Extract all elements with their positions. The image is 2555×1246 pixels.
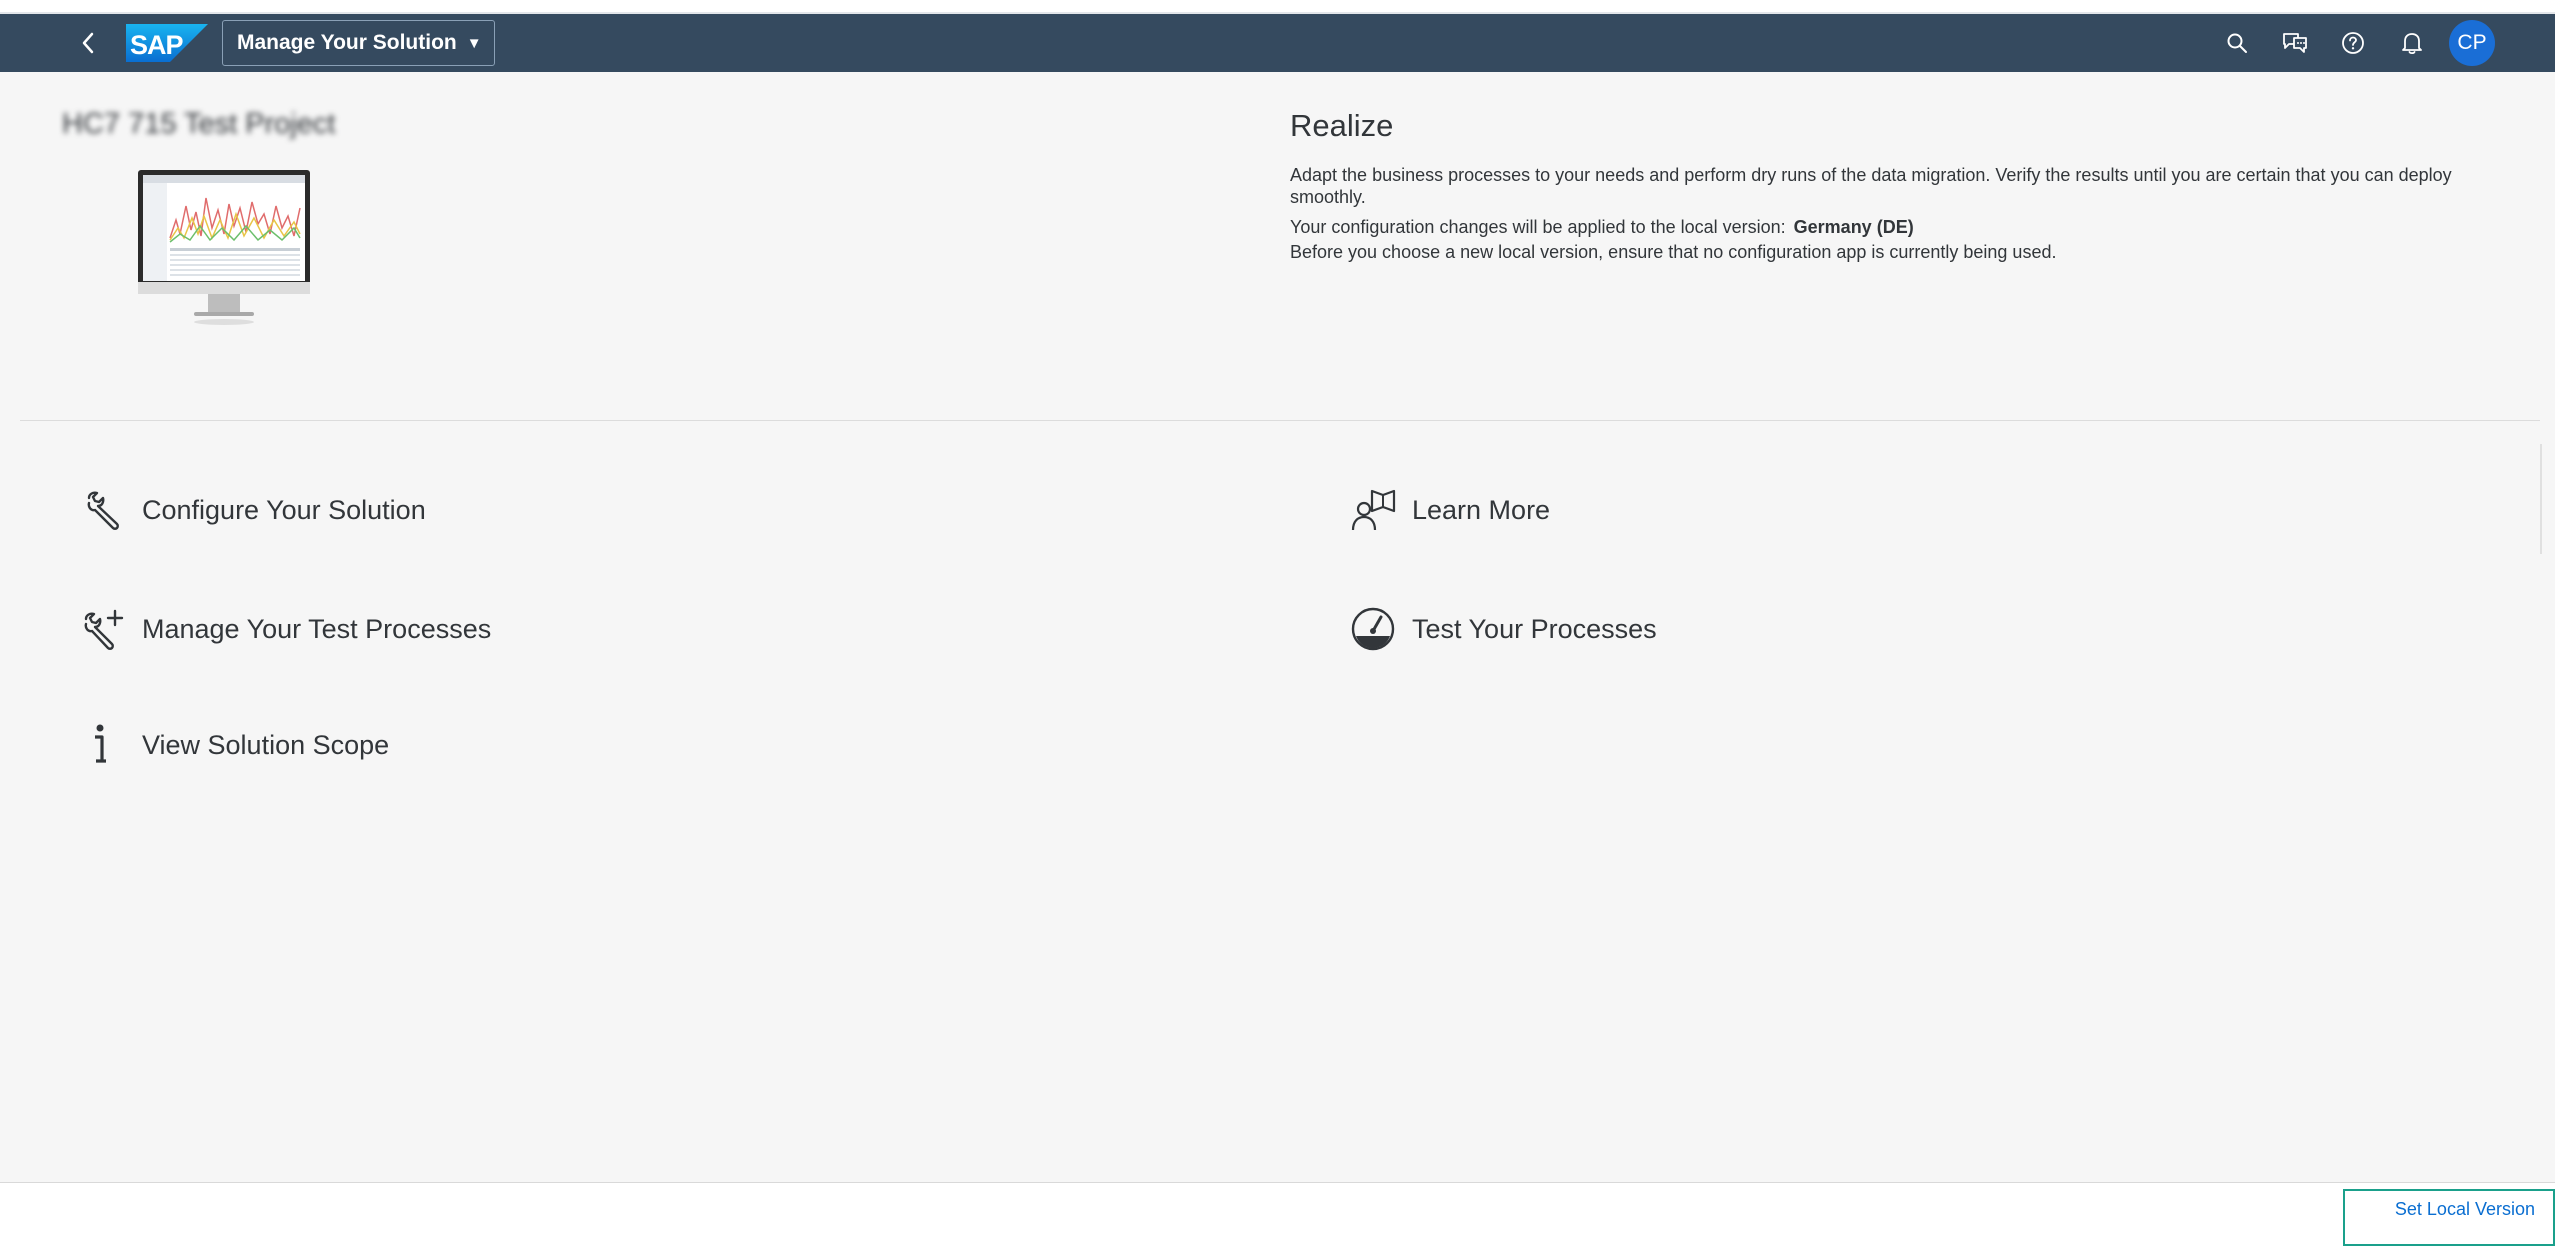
tile-label: Learn More [1412, 494, 1551, 525]
svg-text:SAP: SAP [130, 30, 184, 60]
set-local-version-button[interactable]: Set Local Version [2343, 1189, 2555, 1246]
local-version-line: Your configuration changes will be appli… [1290, 216, 1914, 238]
section-divider [20, 420, 2540, 421]
search-button[interactable] [2219, 25, 2255, 61]
chevron-left-icon [82, 32, 94, 54]
set-local-version-label: Set Local Version [2394, 1199, 2535, 1219]
phase-title: Realize [1290, 108, 1394, 143]
feedback-button[interactable] [2277, 25, 2313, 61]
app-title: Manage Your Solution [237, 31, 457, 54]
information-icon [80, 722, 126, 768]
tile-view-solution-scope[interactable]: View Solution Scope [80, 717, 389, 773]
user-avatar[interactable]: CP [2449, 20, 2495, 66]
caret-down-icon: ▼ [466, 34, 482, 52]
footer-toolbar: Set Local Version [0, 1182, 2555, 1246]
wrench-icon [80, 487, 126, 533]
search-icon [2227, 33, 2247, 53]
tile-label: Configure Your Solution [142, 494, 426, 525]
local-version-label: Your configuration changes will be appli… [1290, 217, 1786, 237]
local-version-value: Germany (DE) [1793, 217, 1914, 237]
tile-configure-solution[interactable]: Configure Your Solution [80, 482, 426, 538]
shell-bar: SAP Manage Your Solution ▼ CP [0, 14, 2555, 72]
bell-icon [2402, 33, 2422, 55]
local-version-note: Before you choose a new local version, e… [1290, 242, 2057, 262]
gauge-icon [1350, 606, 1396, 652]
tile-learn-more[interactable]: Learn More [1350, 482, 1550, 538]
scrollbar[interactable] [2540, 444, 2542, 554]
help-icon [2342, 32, 2364, 54]
wrench-add-icon [80, 606, 126, 652]
phase-description: Adapt the business processes to your nee… [1290, 165, 2452, 207]
tile-test-processes[interactable]: Test Your Processes [1350, 601, 1657, 657]
avatar-initials: CP [2457, 31, 2487, 54]
tile-label: Test Your Processes [1412, 613, 1657, 644]
app-menu-button[interactable]: Manage Your Solution ▼ [222, 20, 495, 66]
browser-top-strip [0, 0, 2555, 14]
learning-assistant-icon [1350, 487, 1396, 533]
tile-label: View Solution Scope [142, 729, 390, 760]
tile-manage-test-processes[interactable]: Manage Your Test Processes [80, 601, 491, 657]
monitor-illustration [138, 170, 310, 325]
project-title: HC7 715 Test Project [62, 108, 336, 140]
help-button[interactable] [2335, 25, 2371, 61]
notifications-button[interactable] [2394, 25, 2430, 61]
back-button[interactable] [68, 26, 108, 60]
main-content: HC7 715 Test Project Realize Adapt the b… [0, 72, 2555, 1182]
sap-logo[interactable]: SAP [126, 24, 208, 62]
tile-label: Manage Your Test Processes [142, 613, 492, 644]
feedback-icon [2283, 33, 2307, 53]
